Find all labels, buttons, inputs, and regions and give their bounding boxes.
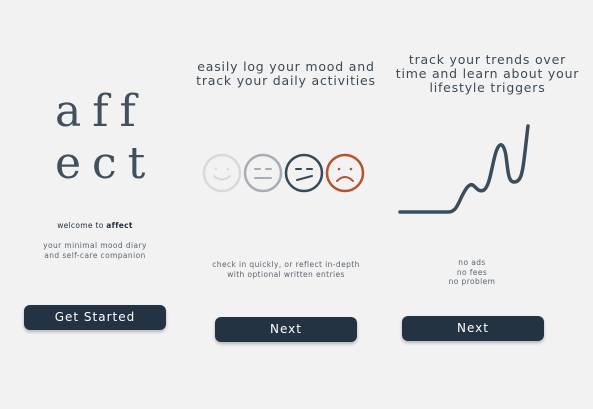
trends-screen: track your trends over time and learn ab… [382, 0, 593, 409]
next-button[interactable]: Next [215, 317, 357, 342]
checkin-caption-line-2: with optional written entries [227, 269, 345, 279]
sad-face-icon [325, 153, 365, 193]
trends-headline-line-2: time and learn about your [395, 66, 580, 81]
checkin-caption-line-1: check in quickly, or reflect in-depth [212, 260, 360, 269]
log-mood-screen: easily log your mood and track your dail… [190, 0, 382, 409]
perk-no-fees: no fees [456, 267, 488, 277]
trends-headline-line-3: lifestyle triggers [429, 80, 546, 95]
trends-headline: track your trends over time and learn ab… [382, 53, 593, 95]
log-headline-line-1: easily log your mood and [197, 59, 375, 74]
perk-no-problem: no problem [448, 277, 496, 286]
perk-no-ads: no ads [458, 258, 486, 267]
next-button[interactable]: Next [402, 316, 544, 341]
logo-line-1: aff [55, 86, 147, 137]
perks-list: no ads no fees no problem [382, 258, 562, 287]
tagline-line-2: and self-care companion [44, 250, 146, 260]
trends-headline-line-1: track your trends over [408, 52, 567, 67]
log-headline-line-2: track your daily activities [196, 73, 376, 88]
get-started-button[interactable]: Get Started [24, 305, 166, 330]
logo-line-2: ect [55, 138, 157, 189]
neutral-face-icon [243, 153, 283, 193]
welcome-brand: affect [106, 221, 133, 230]
happy-face-icon [202, 153, 242, 193]
tagline-line-1: your minimal mood diary [43, 241, 147, 250]
unsure-face-icon [284, 153, 324, 193]
tagline: your minimal mood diary and self-care co… [0, 241, 190, 260]
trend-line-icon [398, 124, 530, 214]
log-mood-headline: easily log your mood and track your dail… [190, 60, 382, 88]
affect-logo: aff ect [55, 86, 145, 190]
mood-faces [202, 153, 365, 193]
welcome-prefix: welcome to [57, 221, 107, 230]
checkin-caption: check in quickly, or reflect in-depth wi… [190, 260, 382, 279]
welcome-screen: aff ect welcome to affect your minimal m… [0, 0, 190, 409]
welcome-text: welcome to affect [0, 221, 190, 230]
